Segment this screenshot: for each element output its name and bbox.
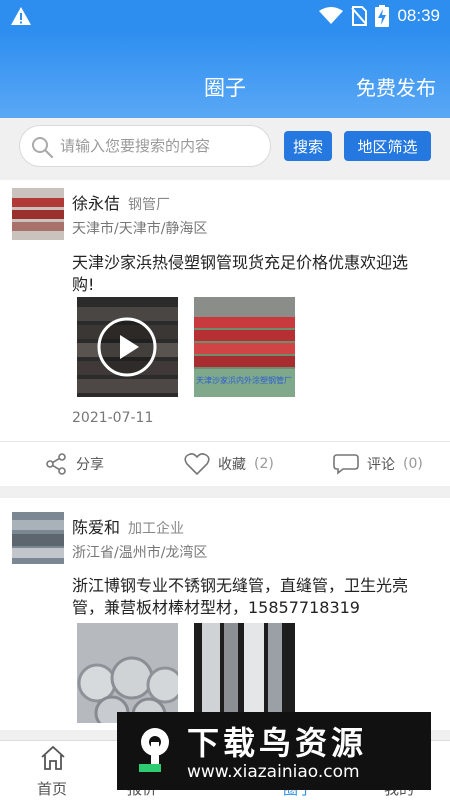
author-tag: 加工企业 bbox=[128, 521, 185, 537]
post-content: 浙江博钢专业不锈钢无缝管，直缝管，卫生光亮管，兼营板材棒材型材，15857718… bbox=[72, 576, 409, 617]
wifi-icon bbox=[319, 7, 344, 24]
comment-icon bbox=[333, 454, 359, 475]
author-location: 浙江省/温州市/龙湾区 bbox=[72, 545, 208, 561]
heart-icon bbox=[184, 453, 210, 476]
post-image[interactable] bbox=[194, 623, 295, 723]
post-card[interactable]: 陈爱和 加工企业 浙江省/温州市/龙湾区 浙江博钢专业不锈钢无缝管，直缝管，卫生光… bbox=[0, 498, 450, 730]
post-actions: 分享 收藏 (2) 评论 (0) bbox=[0, 442, 450, 486]
favorite-button[interactable]: 收藏 (2) bbox=[184, 452, 274, 476]
author-name: 陈爱和 加工企业 bbox=[72, 518, 185, 537]
free-publish-button[interactable]: 免费发布 bbox=[356, 72, 436, 101]
status-bar: 08:39 bbox=[0, 0, 450, 32]
author-location: 天津市/天津市/静海区 bbox=[72, 221, 208, 237]
post-video-thumbnail[interactable] bbox=[77, 297, 178, 397]
search-button[interactable]: 搜索 bbox=[284, 131, 332, 161]
title-bar: 圈子 免费发布 bbox=[0, 32, 450, 118]
author-tag: 钢管厂 bbox=[128, 197, 171, 213]
svg-text:天津沙家浜内外涂塑钢管厂: 天津沙家浜内外涂塑钢管厂 bbox=[196, 375, 292, 385]
watermark-url: www.xiazainiao.com bbox=[187, 762, 360, 782]
search-row: 搜索 地区筛选 bbox=[0, 118, 450, 174]
clock: 08:39 bbox=[397, 6, 440, 25]
warning-icon bbox=[11, 7, 31, 25]
no-sim-icon bbox=[351, 6, 368, 26]
post-content: 天津沙家浜热侵塑钢管现货充足价格优惠欢迎选购! bbox=[72, 253, 409, 294]
avatar bbox=[12, 512, 64, 564]
avatar bbox=[12, 188, 64, 240]
search-input[interactable] bbox=[60, 132, 260, 160]
home-icon bbox=[41, 745, 65, 770]
share-icon bbox=[46, 453, 66, 475]
watermark: 下载鸟资源 www.xiazainiao.com bbox=[117, 712, 431, 790]
comment-button[interactable]: 评论 (0) bbox=[333, 452, 423, 476]
post-card[interactable]: 徐永佶 钢管厂 天津市/天津市/静海区 天津沙家浜热侵塑钢管现货充足价格优惠欢迎选… bbox=[0, 180, 450, 486]
share-button[interactable]: 分享 bbox=[44, 452, 104, 476]
post-image[interactable]: 天津沙家浜内外涂塑钢管厂 bbox=[194, 297, 295, 397]
watermark-title: 下载鸟资源 bbox=[187, 724, 368, 762]
post-image[interactable] bbox=[77, 623, 178, 723]
author-name: 徐永佶 钢管厂 bbox=[72, 194, 171, 213]
battery-charging-icon bbox=[375, 5, 390, 27]
comment-count: (0) bbox=[403, 456, 423, 472]
search-icon bbox=[32, 137, 54, 159]
favorite-count: (2) bbox=[254, 456, 274, 472]
post-date: 2021-07-11 bbox=[72, 410, 154, 426]
bird-logo-icon bbox=[139, 728, 169, 772]
search-box bbox=[19, 125, 271, 167]
nav-home[interactable]: 首页 bbox=[7, 741, 97, 800]
region-filter-button[interactable]: 地区筛选 bbox=[344, 131, 431, 161]
